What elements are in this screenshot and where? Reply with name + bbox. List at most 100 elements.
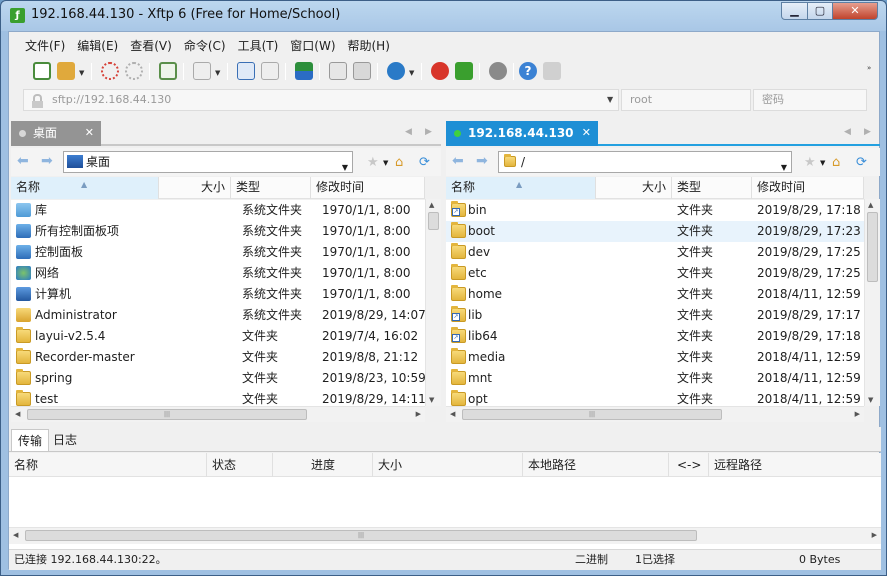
column-transfer-status[interactable]: 状态 bbox=[207, 453, 273, 477]
username-input[interactable]: root bbox=[621, 89, 751, 111]
scroll-up-icon[interactable]: ▲ bbox=[868, 201, 873, 209]
home-icon[interactable]: ⌂ bbox=[832, 155, 840, 170]
column-size[interactable]: 大小 bbox=[159, 177, 231, 199]
host-address-input[interactable]: sftp://192.168.44.130 bbox=[23, 89, 619, 111]
local-vertical-scrollbar[interactable]: ▲ ▼ bbox=[425, 199, 441, 406]
scroll-left-icon[interactable]: ◀ bbox=[450, 410, 455, 418]
column-local-path[interactable]: 本地路径 bbox=[523, 453, 669, 477]
tab-scroll-right-icon[interactable]: ▶ bbox=[425, 127, 432, 137]
menu-view[interactable]: 查看(V) bbox=[124, 34, 178, 56]
scroll-thumb[interactable]: ||| bbox=[462, 409, 722, 420]
remote-horizontal-scrollbar[interactable]: ◀ ||| ▶ bbox=[446, 406, 864, 422]
settings-icon[interactable] bbox=[489, 62, 507, 80]
column-type[interactable]: 类型 bbox=[231, 177, 311, 199]
back-icon[interactable]: ⬅ bbox=[452, 153, 464, 169]
file-row[interactable]: media 文件夹 2018/4/11, 12:59 bbox=[446, 347, 864, 368]
scroll-thumb[interactable]: ||| bbox=[27, 409, 307, 420]
download-icon[interactable] bbox=[261, 62, 279, 80]
file-row[interactable]: dev 文件夹 2019/8/29, 17:25 bbox=[446, 242, 864, 263]
toolbar-overflow-icon[interactable]: » bbox=[867, 64, 871, 72]
remote-path-combobox[interactable]: / ▼ bbox=[498, 151, 792, 173]
close-tab-icon[interactable]: ✕ bbox=[85, 121, 94, 145]
file-row[interactable]: Recorder-master 文件夹 2019/8/8, 21:12 bbox=[11, 347, 425, 368]
title-bar[interactable]: ƒ 192.168.44.130 - Xftp 6 (Free for Home… bbox=[1, 1, 886, 31]
scroll-thumb[interactable] bbox=[428, 212, 439, 230]
password-input[interactable]: 密码 bbox=[753, 89, 867, 111]
file-row[interactable]: ↗ lib64 文件夹 2019/8/29, 17:18 bbox=[446, 326, 864, 347]
forward-icon[interactable]: ➡ bbox=[476, 153, 488, 169]
scroll-left-icon[interactable]: ◀ bbox=[15, 410, 20, 418]
new-session-icon[interactable] bbox=[33, 62, 51, 80]
path-dropdown-icon[interactable]: ▼ bbox=[781, 158, 787, 178]
file-row[interactable]: 所有控制面板项 系统文件夹 1970/1/1, 8:00 bbox=[11, 221, 425, 242]
file-row[interactable]: spring 文件夹 2019/8/23, 10:59 bbox=[11, 368, 425, 389]
address-dropdown-icon[interactable]: ▼ bbox=[607, 95, 613, 104]
session-properties-icon[interactable] bbox=[159, 62, 177, 80]
disconnect-icon[interactable] bbox=[101, 62, 119, 80]
terminal-icon[interactable] bbox=[193, 62, 211, 80]
favorites-caret-icon[interactable]: ▼ bbox=[383, 159, 388, 167]
reconnect-icon[interactable] bbox=[125, 62, 143, 80]
xshell-icon[interactable] bbox=[431, 62, 449, 80]
xftp-icon[interactable] bbox=[455, 62, 473, 80]
close-tab-icon[interactable]: ✕ bbox=[582, 121, 591, 145]
forward-icon[interactable]: ➡ bbox=[41, 153, 53, 169]
local-horizontal-scrollbar[interactable]: ◀ ||| ▶ bbox=[11, 406, 425, 422]
file-row[interactable]: opt 文件夹 2018/4/11, 12:59 bbox=[446, 389, 864, 406]
column-size[interactable]: 大小 bbox=[596, 177, 672, 199]
open-folder-icon[interactable] bbox=[57, 62, 75, 80]
paste-icon[interactable] bbox=[353, 62, 371, 80]
globe-icon[interactable] bbox=[387, 62, 405, 80]
tab-scroll-left-icon[interactable]: ◀ bbox=[405, 127, 412, 137]
globe-caret-icon[interactable]: ▼ bbox=[409, 69, 414, 77]
chat-icon[interactable] bbox=[543, 62, 561, 80]
column-modified[interactable]: 修改时间 bbox=[752, 177, 864, 199]
local-path-combobox[interactable]: 桌面 ▼ bbox=[63, 151, 353, 173]
column-type[interactable]: 类型 bbox=[672, 177, 752, 199]
tab-transfer[interactable]: 传输 bbox=[11, 429, 50, 451]
favorites-star-icon[interactable]: ★ bbox=[804, 155, 816, 170]
column-remote-path[interactable]: 远程路径 bbox=[709, 453, 881, 477]
tab-scroll-left-icon[interactable]: ◀ bbox=[844, 127, 851, 137]
column-name[interactable]: 名称 ▲ bbox=[446, 177, 596, 199]
scroll-right-icon[interactable]: ▶ bbox=[855, 410, 860, 418]
menu-tools[interactable]: 工具(T) bbox=[232, 34, 285, 56]
column-direction[interactable]: <-> bbox=[669, 453, 709, 477]
tab-scroll-right-icon[interactable]: ▶ bbox=[864, 127, 871, 137]
favorites-star-icon[interactable]: ★ bbox=[367, 155, 379, 170]
file-row[interactable]: 控制面板 系统文件夹 1970/1/1, 8:00 bbox=[11, 242, 425, 263]
column-transfer-progress[interactable]: 进度 bbox=[273, 453, 373, 477]
column-modified[interactable]: 修改时间 bbox=[311, 177, 425, 199]
open-caret-icon[interactable]: ▼ bbox=[79, 69, 84, 77]
scroll-right-icon[interactable]: ▶ bbox=[416, 410, 421, 418]
refresh-icon[interactable]: ⟳ bbox=[419, 155, 430, 170]
remote-vertical-scrollbar[interactable]: ▲ ▼ bbox=[864, 199, 880, 406]
home-icon[interactable]: ⌂ bbox=[395, 155, 403, 170]
menu-file[interactable]: 文件(F) bbox=[19, 34, 71, 56]
column-transfer-name[interactable]: 名称 bbox=[9, 453, 207, 477]
file-row[interactable]: Administrator 系统文件夹 2019/8/29, 14:07 bbox=[11, 305, 425, 326]
minimize-button[interactable]: ▁ bbox=[781, 2, 808, 20]
column-name[interactable]: 名称 ▲ bbox=[11, 177, 159, 199]
file-row[interactable]: 网络 系统文件夹 1970/1/1, 8:00 bbox=[11, 263, 425, 284]
scroll-left-icon[interactable]: ◀ bbox=[13, 531, 18, 539]
file-row[interactable]: home 文件夹 2018/4/11, 12:59 bbox=[446, 284, 864, 305]
column-transfer-size[interactable]: 大小 bbox=[373, 453, 523, 477]
help-icon[interactable]: ? bbox=[519, 62, 537, 80]
close-button[interactable]: ✕ bbox=[832, 2, 878, 20]
transfer-horizontal-scrollbar[interactable]: ◀ ||| ▶ bbox=[9, 527, 881, 544]
file-row[interactable]: layui-v2.5.4 文件夹 2019/7/4, 16:02 bbox=[11, 326, 425, 347]
file-row[interactable]: etc 文件夹 2019/8/29, 17:25 bbox=[446, 263, 864, 284]
scroll-down-icon[interactable]: ▼ bbox=[868, 396, 873, 404]
tab-log[interactable]: 日志 bbox=[47, 429, 83, 451]
transfer-icon[interactable] bbox=[295, 62, 313, 80]
file-row[interactable]: 库 系统文件夹 1970/1/1, 8:00 bbox=[11, 200, 425, 221]
tab-remote-session[interactable]: 192.168.44.130 ✕ bbox=[446, 121, 598, 146]
file-row[interactable]: mnt 文件夹 2018/4/11, 12:59 bbox=[446, 368, 864, 389]
file-row[interactable]: test 文件夹 2019/8/29, 14:11 bbox=[11, 389, 425, 406]
file-row[interactable]: ↗ bin 文件夹 2019/8/29, 17:18 bbox=[446, 200, 864, 221]
file-row[interactable]: ↗ lib 文件夹 2019/8/29, 17:17 bbox=[446, 305, 864, 326]
menu-edit[interactable]: 编辑(E) bbox=[71, 34, 124, 56]
favorites-caret-icon[interactable]: ▼ bbox=[820, 159, 825, 167]
scroll-right-icon[interactable]: ▶ bbox=[872, 531, 877, 539]
